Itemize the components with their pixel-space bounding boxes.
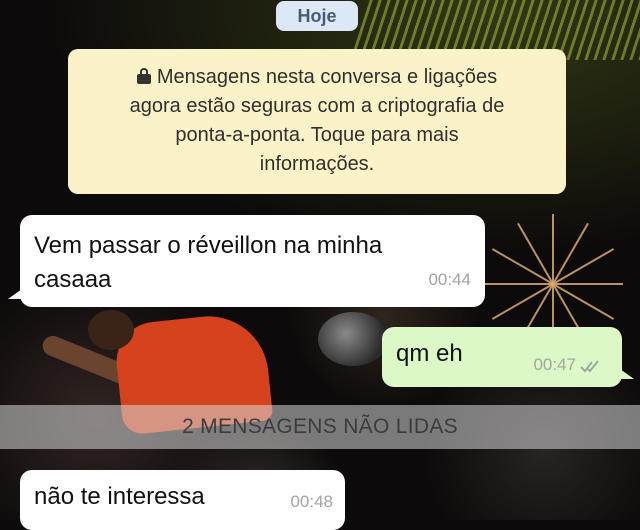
wallpaper-disco-ball xyxy=(318,312,388,366)
unread-messages-divider: 2 MENSAGENS NÃO LIDAS xyxy=(0,405,640,449)
date-pill: Hoje xyxy=(276,1,358,31)
message-text: não te interessa xyxy=(34,483,205,510)
message-bubble-outgoing[interactable]: qm eh 00:47 xyxy=(382,327,634,387)
bubble-tail xyxy=(8,289,22,299)
message-text-line-2: casaaa xyxy=(34,266,112,293)
encryption-notice-line-3: ponta-a-ponta. Toque para mais xyxy=(175,124,459,146)
message-bubble-incoming[interactable]: Vem passar o réveillon na minha casaaa 0… xyxy=(8,215,485,307)
wallpaper-person-head xyxy=(88,310,134,350)
bubble-tail xyxy=(620,369,634,379)
encryption-notice[interactable]: Mensagens nesta conversa e ligações agor… xyxy=(68,49,566,194)
message-bubble-incoming[interactable]: não te interessa 00:48 xyxy=(20,470,345,530)
message-time: 00:44 xyxy=(428,270,471,289)
message-time: 00:47 xyxy=(533,355,576,374)
encryption-notice-line-1: Mensagens nesta conversa e ligações xyxy=(86,63,548,92)
lock-icon xyxy=(136,68,151,84)
encryption-notice-line-4: informações. xyxy=(259,153,375,175)
unread-messages-label: 2 MENSAGENS NÃO LIDAS xyxy=(182,415,458,438)
message-time: 00:48 xyxy=(290,492,333,511)
message-text: qm eh xyxy=(396,340,463,367)
double-check-icon xyxy=(580,360,599,373)
encryption-notice-line-2: agora estão seguras com a criptografia d… xyxy=(129,95,505,117)
date-label: Hoje xyxy=(297,5,337,26)
message-text-line-1: Vem passar o réveillon na minha xyxy=(34,232,383,259)
